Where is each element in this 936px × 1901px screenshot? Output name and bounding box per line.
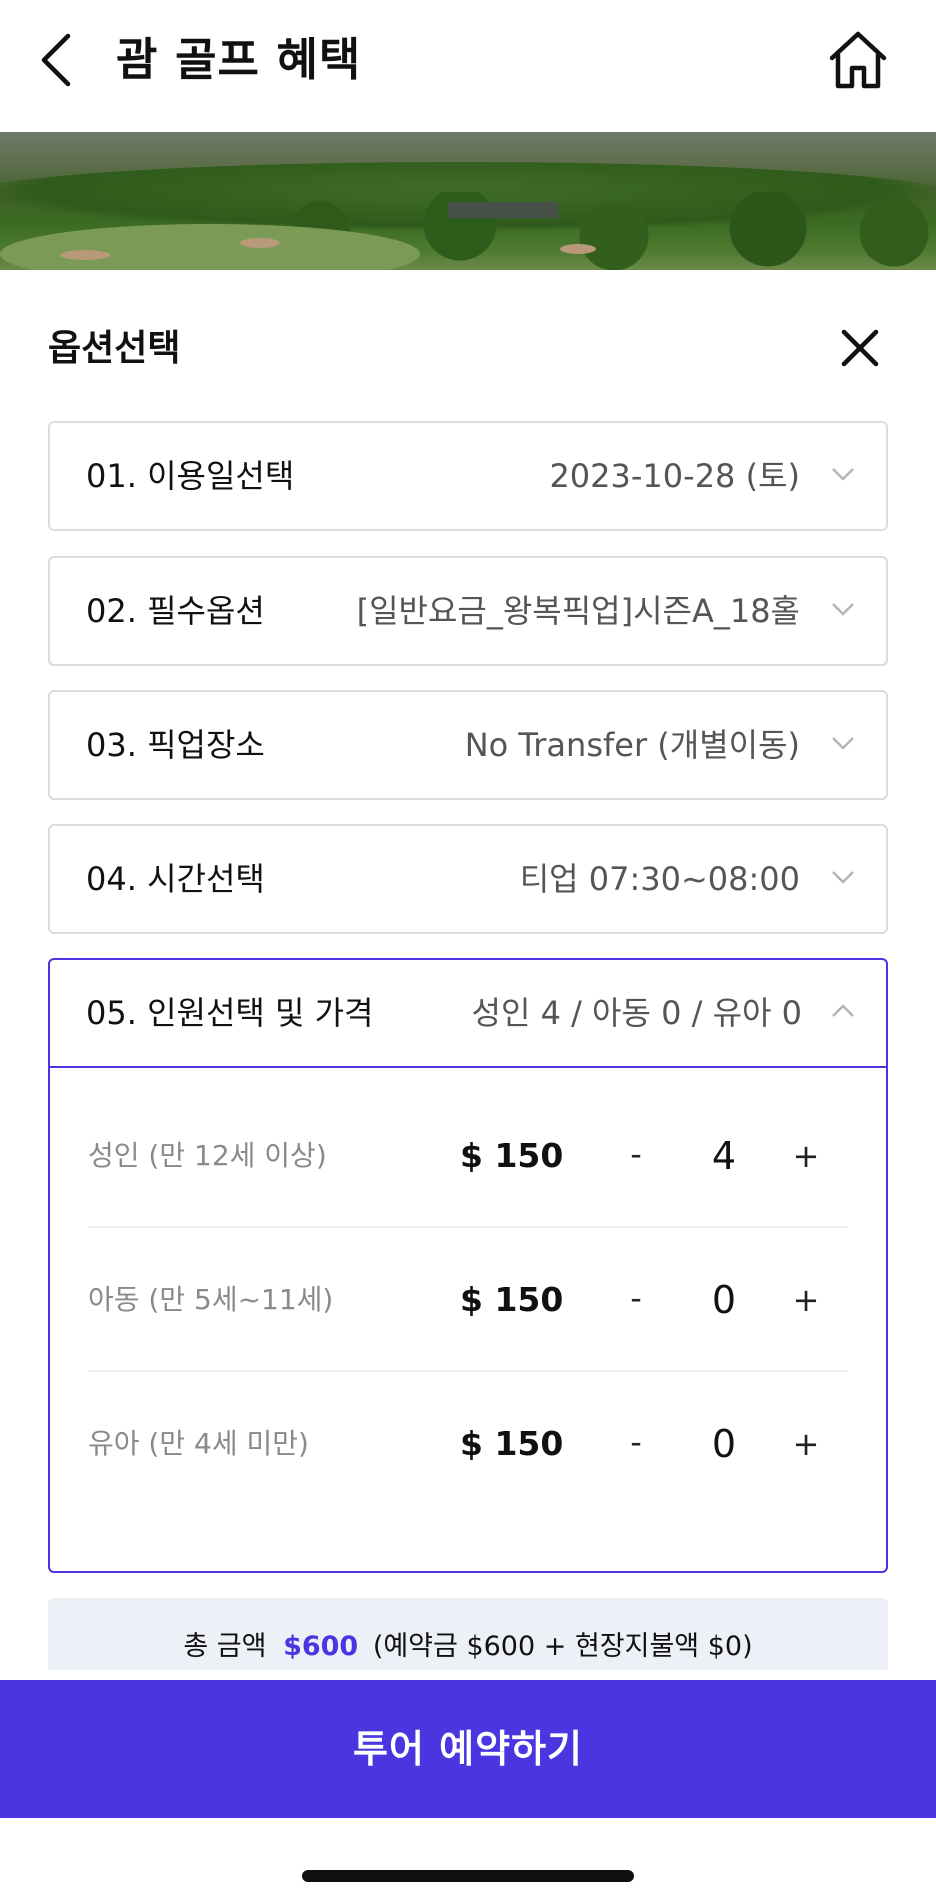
person-row-infant: 유아 (만 4세 미만) $ 150 - 0 + bbox=[88, 1372, 848, 1516]
chevron-down-icon bbox=[832, 603, 854, 616]
home-button[interactable] bbox=[826, 28, 890, 92]
decrease-button[interactable]: - bbox=[616, 1228, 656, 1368]
persons-panel-header[interactable]: 05. 인원선택 및 가격 성인 4 / 아동 0 / 유아 0 bbox=[50, 960, 886, 1068]
close-icon bbox=[841, 329, 879, 367]
back-button[interactable] bbox=[36, 30, 80, 90]
person-price: $ 150 bbox=[460, 1136, 564, 1175]
increase-button[interactable]: + bbox=[786, 1228, 826, 1372]
quantity-value: 4 bbox=[711, 1134, 737, 1178]
chevron-down-icon bbox=[832, 871, 854, 884]
decrease-button[interactable]: - bbox=[616, 1372, 656, 1512]
total-summary-box: 총 금액 $600 (예약금 $600 + 현장지불액 $0) bbox=[48, 1598, 888, 1670]
option-label: 05. 인원선택 및 가격 bbox=[86, 994, 374, 1032]
option-value: 티업 07:30~08:00 bbox=[519, 860, 800, 898]
total-amount: $600 bbox=[283, 1631, 359, 1662]
person-price: $ 150 bbox=[460, 1424, 564, 1463]
home-indicator bbox=[302, 1870, 634, 1882]
option-row-required[interactable]: 02. 필수옵션 [일반요금_왕복픽업]시즌A_18홀 bbox=[48, 556, 888, 666]
top-nav-bar: 괌 골프 혜택 bbox=[0, 0, 936, 132]
decrease-button[interactable]: - bbox=[616, 1084, 656, 1224]
option-value: No Transfer (개별이동) bbox=[464, 726, 800, 764]
option-value: [일반요금_왕복픽업]시즌A_18홀 bbox=[356, 592, 800, 630]
person-row-child: 아동 (만 5세~11세) $ 150 - 0 + bbox=[88, 1228, 848, 1372]
option-row-date[interactable]: 01. 이용일선택 2023-10-28 (토) bbox=[48, 421, 888, 531]
persons-summary: 성인 4 / 아동 0 / 유아 0 bbox=[471, 994, 802, 1032]
option-row-pickup[interactable]: 03. 픽업장소 No Transfer (개별이동) bbox=[48, 690, 888, 800]
sheet-title: 옵션선택 bbox=[48, 328, 181, 369]
book-tour-button[interactable]: 투어 예약하기 bbox=[0, 1680, 936, 1818]
quantity-value: 0 bbox=[711, 1422, 737, 1466]
total-summary: 총 금액 $600 (예약금 $600 + 현장지불액 $0) bbox=[48, 1624, 888, 1663]
person-type-label: 유아 (만 4세 미만) bbox=[88, 1427, 309, 1460]
option-row-time[interactable]: 04. 시간선택 티업 07:30~08:00 bbox=[48, 824, 888, 934]
chevron-up-icon bbox=[832, 1004, 854, 1017]
option-value: 2023-10-28 (토) bbox=[549, 457, 800, 495]
person-row-adult: 성인 (만 12세 이상) $ 150 - 4 + bbox=[88, 1084, 848, 1228]
chevron-down-icon bbox=[832, 737, 854, 750]
increase-button[interactable]: + bbox=[786, 1372, 826, 1516]
close-button[interactable] bbox=[836, 324, 884, 372]
option-label: 01. 이용일선택 bbox=[86, 457, 295, 495]
chevron-left-icon bbox=[41, 33, 71, 87]
total-prefix: 총 금액 bbox=[183, 1631, 267, 1662]
golf-course-banner-image bbox=[0, 132, 936, 270]
chevron-down-icon bbox=[832, 468, 854, 481]
option-select-sheet: 옵션선택 01. 이용일선택 2023-10-28 (토) 02. 필수옵션 [… bbox=[0, 270, 936, 1670]
home-icon bbox=[829, 31, 887, 89]
page-title: 괌 골프 혜택 bbox=[116, 33, 362, 86]
option-label: 04. 시간선택 bbox=[86, 860, 265, 898]
person-price: $ 150 bbox=[460, 1280, 564, 1319]
person-type-label: 성인 (만 12세 이상) bbox=[88, 1139, 327, 1172]
quantity-value: 0 bbox=[711, 1278, 737, 1322]
total-detail: (예약금 $600 + 현장지불액 $0) bbox=[372, 1631, 753, 1662]
increase-button[interactable]: + bbox=[786, 1084, 826, 1228]
person-type-label: 아동 (만 5세~11세) bbox=[88, 1283, 334, 1316]
persons-price-panel: 05. 인원선택 및 가격 성인 4 / 아동 0 / 유아 0 성인 (만 1… bbox=[48, 958, 888, 1573]
option-label: 02. 필수옵션 bbox=[86, 592, 265, 630]
option-label: 03. 픽업장소 bbox=[86, 726, 265, 764]
